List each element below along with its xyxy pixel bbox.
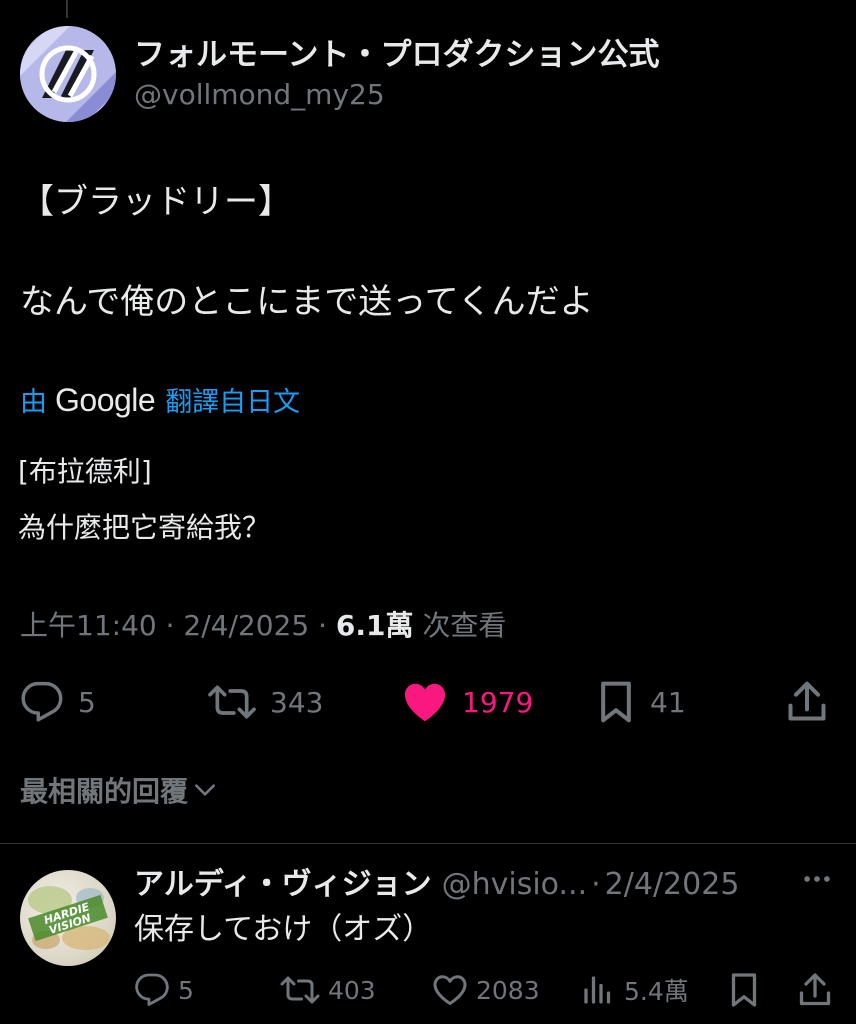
google-logo: Google <box>55 382 156 418</box>
reply-button[interactable]: 5 <box>20 676 96 728</box>
reply-bookmark-button[interactable] <box>728 968 760 1012</box>
reply-text: 保存しておけ（オズ） <box>134 912 433 947</box>
translation-source-label: 翻譯自日文 <box>165 387 301 418</box>
bookmark-button[interactable]: 41 <box>596 676 686 728</box>
tweet-text-line: 【ブラッドリー】 <box>20 182 292 222</box>
reply-author-name[interactable]: アルディ・ヴィジョン <box>134 864 432 906</box>
tweet-action-bar: 5 343 1979 41 <box>0 676 856 728</box>
meta-separator: · <box>318 609 327 642</box>
author-display-name[interactable]: フォルモーント・プロダクション公式 <box>134 34 659 76</box>
reply-like-count: 2083 <box>476 975 540 1005</box>
translated-text-line: [布拉德利] <box>18 455 152 488</box>
author-avatar[interactable] <box>20 26 116 122</box>
reply-count: 5 <box>78 685 96 719</box>
vollmond-logo-icon <box>20 26 116 122</box>
retweet-icon <box>208 685 256 719</box>
heart-icon <box>433 975 467 1005</box>
reply-retweet-button[interactable]: 403 <box>280 968 376 1012</box>
reply-tweet[interactable]: HARDIE VISION アルディ・ヴィジョン @hvisio... · 2/… <box>0 844 856 1024</box>
translation-prefix: 由 <box>20 387 47 418</box>
reply-retweet-count: 403 <box>328 975 376 1005</box>
author-handle[interactable]: @vollmond_my25 <box>134 76 659 114</box>
tweet-time[interactable]: 上午11:40 <box>20 609 157 642</box>
bookmark-icon <box>731 973 757 1007</box>
reply-separator: · <box>591 867 601 902</box>
reply-views-button[interactable]: 5.4萬 <box>580 968 689 1012</box>
translated-text-line: 為什麼把它寄給我？ <box>18 511 271 544</box>
replies-sort-label: 最相關的回覆 <box>20 775 189 808</box>
more-dots-icon <box>804 876 830 882</box>
reply-author-avatar[interactable]: HARDIE VISION <box>20 870 116 966</box>
meta-separator: · <box>165 609 175 642</box>
reply-author-handle[interactable]: @hvisio... <box>442 864 588 906</box>
retweet-icon <box>280 976 320 1004</box>
reply-header: アルディ・ヴィジョン @hvisio... · 2/4/2025 <box>134 864 834 906</box>
reply-share-button[interactable] <box>798 968 832 1012</box>
tweet-meta: 上午11:40 · 2/4/2025 · 6.1萬 次查看 <box>20 606 506 646</box>
reply-action-bar: 5 403 2083 5.4萬 <box>0 968 856 1012</box>
views-count: 6.1萬 <box>335 609 414 642</box>
reply-reply-count: 5 <box>178 975 194 1005</box>
share-icon <box>799 973 831 1006</box>
share-icon <box>788 681 826 721</box>
replies-sort-dropdown[interactable]: 最相關的回覆 <box>20 770 218 810</box>
tweet-date[interactable]: 2/4/2025 <box>183 609 309 642</box>
reply-icon <box>21 681 63 722</box>
translation-attribution[interactable]: 由 Google 翻譯自日文 <box>20 380 300 419</box>
hardie-vision-logo-icon: HARDIE VISION <box>28 886 110 950</box>
reply-views-count: 5.4萬 <box>624 977 689 1006</box>
heart-filled-icon <box>404 683 446 722</box>
more-options-button[interactable] <box>800 862 834 900</box>
views-label: 次查看 <box>422 609 507 642</box>
reply-like-button[interactable]: 2083 <box>432 968 540 1012</box>
tweet-author: フォルモーント・プロダクション公式 @vollmond_my25 <box>20 26 659 122</box>
retweet-count: 343 <box>270 685 324 719</box>
like-count: 1979 <box>462 685 534 719</box>
reply-date[interactable]: 2/4/2025 <box>605 864 740 906</box>
thread-connector-line <box>66 0 68 18</box>
bookmark-count: 41 <box>650 685 686 719</box>
reply-icon <box>135 973 169 1006</box>
chevron-down-icon <box>195 784 215 796</box>
views-bar-chart-icon <box>584 976 611 1004</box>
like-button[interactable]: 1979 <box>402 676 533 728</box>
retweet-button[interactable]: 343 <box>208 676 323 728</box>
reply-reply-button[interactable]: 5 <box>134 968 194 1012</box>
bookmark-icon <box>601 681 631 723</box>
tweet-text-line: なんで俺のとこにまで送ってくんだよ <box>20 282 594 322</box>
share-button[interactable] <box>786 676 828 728</box>
